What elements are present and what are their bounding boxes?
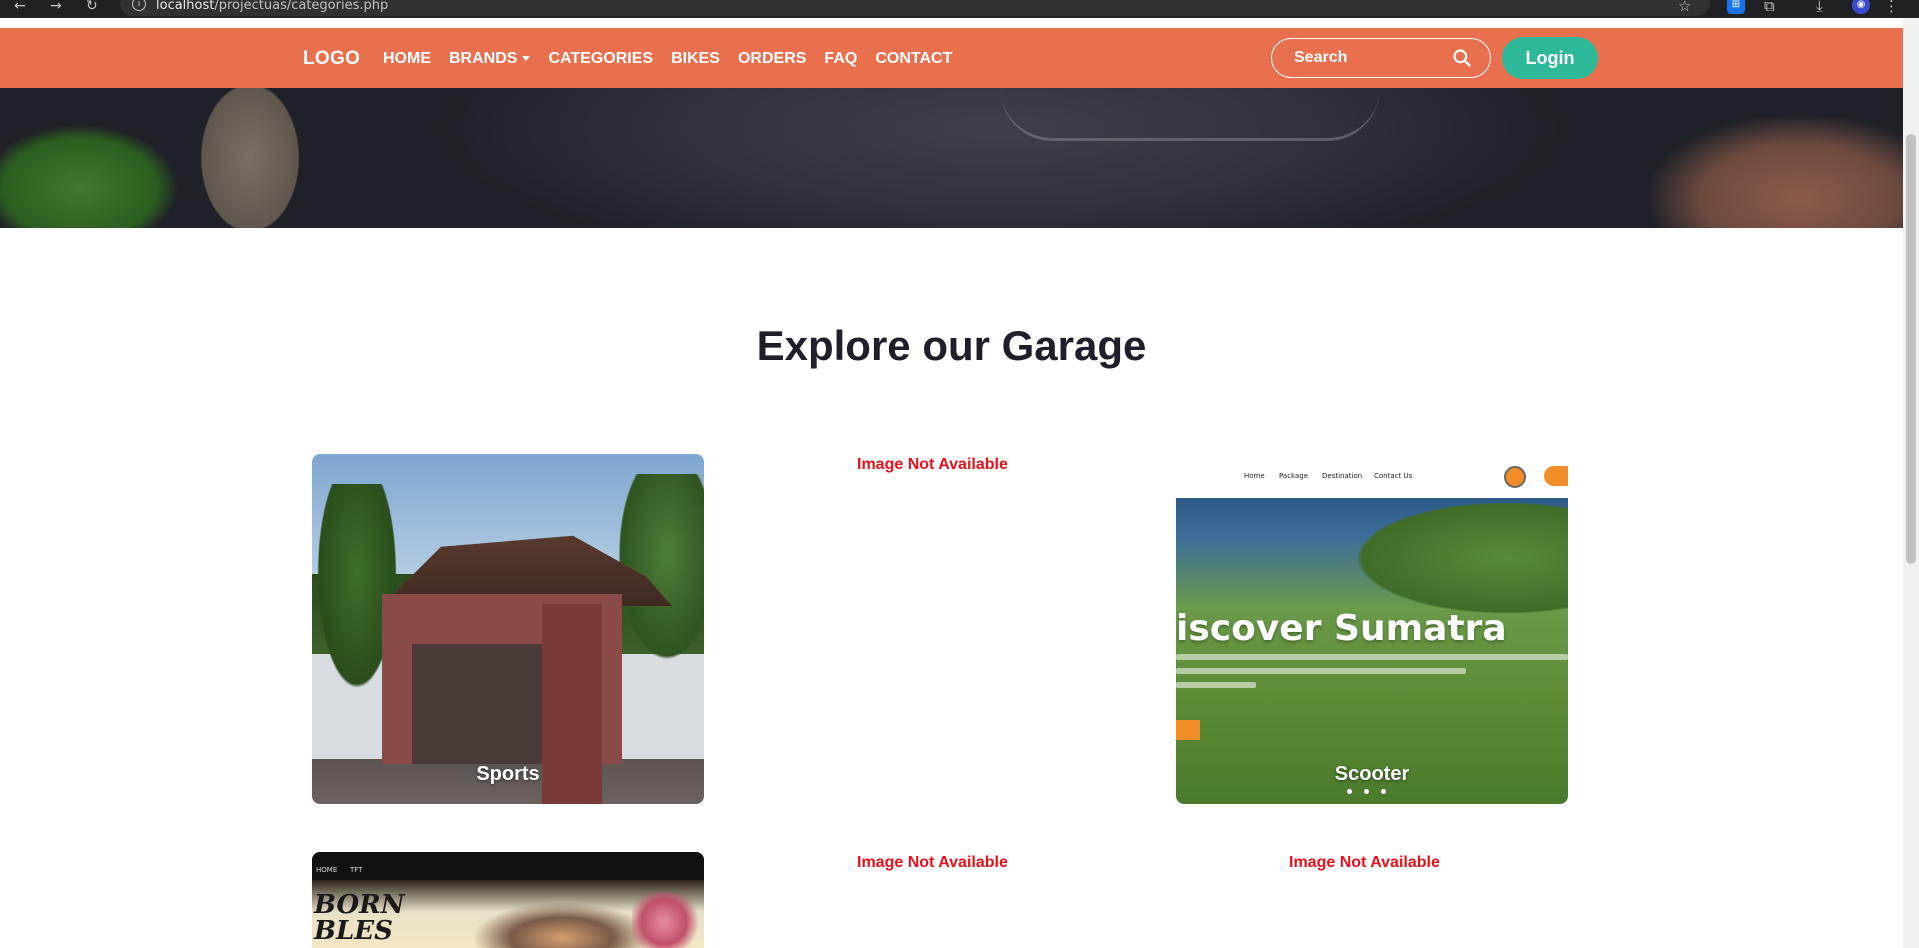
thumbnail-artwork <box>472 902 652 948</box>
site-logo[interactable]: LOGO <box>303 48 360 70</box>
chevron-down-icon <box>522 56 531 62</box>
thumbnail-headline: iscover Sumatra <box>1176 608 1507 649</box>
nav-orders[interactable]: ORDERS <box>738 50 806 68</box>
nav-bikes[interactable]: BIKES <box>671 50 720 68</box>
login-button[interactable]: Login <box>1502 37 1598 79</box>
nav-faq[interactable]: FAQ <box>824 50 857 68</box>
thumbnail-subtext-line <box>1176 668 1466 674</box>
extension-icon[interactable]: ⊞ <box>1727 0 1745 14</box>
browser-toolbar: ← → ↻ i localhost/projectuas/categories.… <box>0 0 1919 18</box>
download-icon[interactable]: ⤓ <box>1816 0 1823 15</box>
image-not-available-text: Image Not Available <box>1289 854 1440 871</box>
carousel-dot <box>1381 789 1386 794</box>
url-text[interactable]: localhost/projectuas/categories.php <box>156 0 388 13</box>
extensions-puzzle-icon[interactable]: ⧉ <box>1764 0 1775 15</box>
thumbnail-subtext-line <box>1176 654 1568 660</box>
thumbnail-login-button <box>1544 466 1568 486</box>
search-icon[interactable] <box>1452 48 1472 68</box>
carousel-dot <box>1347 789 1352 794</box>
thumbnail-nav-item: Destination <box>1322 472 1363 480</box>
thumbnail-artwork <box>632 892 704 948</box>
category-label: Scooter <box>1334 763 1410 785</box>
site-navbar: LOGO HOME BRANDS CATEGORIES BIKES ORDERS… <box>0 28 1903 88</box>
category-card-4[interactable]: HOME TFT BORN BLES <box>312 852 704 948</box>
nav-categories[interactable]: CATEGORIES <box>548 50 653 68</box>
thumbnail-cta-button <box>1176 720 1200 740</box>
card-image-gate <box>412 644 542 764</box>
thumbnail-nav-item: Package <box>1279 472 1309 480</box>
page-scrollbar-thumb[interactable] <box>1906 134 1916 564</box>
thumbnail-nav-item: TFT <box>350 866 363 874</box>
hero-image <box>0 88 1903 228</box>
thumbnail-navbar: Home Package Destination Contact Us <box>1176 454 1568 498</box>
search-input[interactable] <box>1292 47 1446 69</box>
back-arrow-icon[interactable]: ← <box>14 0 26 14</box>
url-host: localhost <box>156 0 215 13</box>
more-menu-icon[interactable]: ⋮ <box>1884 0 1899 15</box>
thumbnail-nav-item: Home <box>1244 472 1265 480</box>
url-path: /projectuas/categories.php <box>214 0 389 13</box>
thumbnail-headline: BORN BLES <box>314 892 404 944</box>
bookmark-star-icon[interactable]: ☆ <box>1678 0 1691 15</box>
thumbnail-topbar: HOME TFT <box>312 852 704 880</box>
nav-brands-dropdown[interactable]: BRANDS <box>449 50 531 68</box>
profile-avatar-icon[interactable]: ◉ <box>1852 0 1870 14</box>
reload-icon[interactable]: ↻ <box>86 0 98 14</box>
thumbnail-nav-item: Contact Us <box>1374 472 1413 480</box>
hero-fur-highlight <box>1000 88 1380 141</box>
nav-menu: HOME BRANDS CATEGORIES BIKES ORDERS FAQ … <box>383 50 952 68</box>
image-not-available-text: Image Not Available <box>857 456 1008 473</box>
category-card-sports[interactable]: Sports <box>312 454 704 804</box>
thumbnail-subtext-line <box>1176 682 1256 688</box>
search-box <box>1271 38 1491 78</box>
carousel-dot <box>1364 789 1369 794</box>
thumbnail-search-icon <box>1504 466 1526 488</box>
page-title: Explore our Garage <box>756 322 1147 369</box>
nav-home[interactable]: HOME <box>383 50 431 68</box>
thumbnail-landscape: iscover Sumatra <box>1176 498 1568 804</box>
carousel-dots <box>1347 789 1386 794</box>
nav-contact[interactable]: CONTACT <box>875 50 952 68</box>
category-label: Sports <box>476 763 540 785</box>
image-not-available-text: Image Not Available <box>857 854 1008 871</box>
category-card-scooter[interactable]: Home Package Destination Contact Us isco… <box>1176 454 1568 804</box>
nav-brands-label: BRANDS <box>449 50 518 67</box>
thumbnail-headline-line: BLES <box>314 916 393 946</box>
forward-arrow-icon[interactable]: → <box>50 0 62 14</box>
thumbnail-nav-item: HOME <box>316 866 338 874</box>
